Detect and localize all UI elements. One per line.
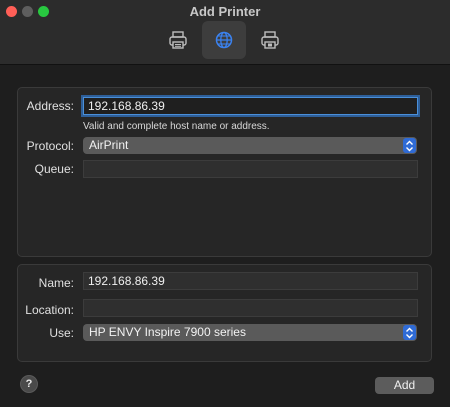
protocol-value: AirPrint xyxy=(89,138,129,152)
queue-field[interactable] xyxy=(83,160,418,178)
add-button[interactable]: Add xyxy=(375,377,434,394)
protocol-label: Protocol: xyxy=(26,139,74,153)
use-popup[interactable]: HP ENVY Inspire 7900 series xyxy=(83,324,417,341)
printer-icon xyxy=(169,31,187,49)
name-field[interactable]: 192.168.86.39 xyxy=(83,272,418,290)
default-printer-tab[interactable] xyxy=(156,21,200,59)
chevron-updown-icon xyxy=(403,325,416,340)
use-label: Use: xyxy=(49,326,74,340)
address-label: Address: xyxy=(26,99,74,113)
protocol-popup[interactable]: AirPrint xyxy=(83,137,417,154)
ip-printer-tab[interactable] xyxy=(202,21,246,59)
location-label: Location: xyxy=(25,303,74,317)
address-hint: Valid and complete host name or address. xyxy=(83,121,270,132)
queue-label: Queue: xyxy=(34,162,74,176)
windows-printer-icon xyxy=(261,31,279,49)
globe-icon xyxy=(215,31,233,49)
title-bar: Add Printer xyxy=(0,0,450,65)
help-button[interactable]: ? xyxy=(20,375,38,393)
location-field[interactable] xyxy=(83,299,418,317)
name-label: Name: xyxy=(38,276,74,290)
use-value: HP ENVY Inspire 7900 series xyxy=(89,325,246,339)
window-title: Add Printer xyxy=(189,4,261,19)
chevron-updown-icon xyxy=(403,138,416,153)
address-field[interactable]: 192.168.86.39 xyxy=(83,97,418,115)
windows-printer-tab[interactable] xyxy=(248,21,292,59)
